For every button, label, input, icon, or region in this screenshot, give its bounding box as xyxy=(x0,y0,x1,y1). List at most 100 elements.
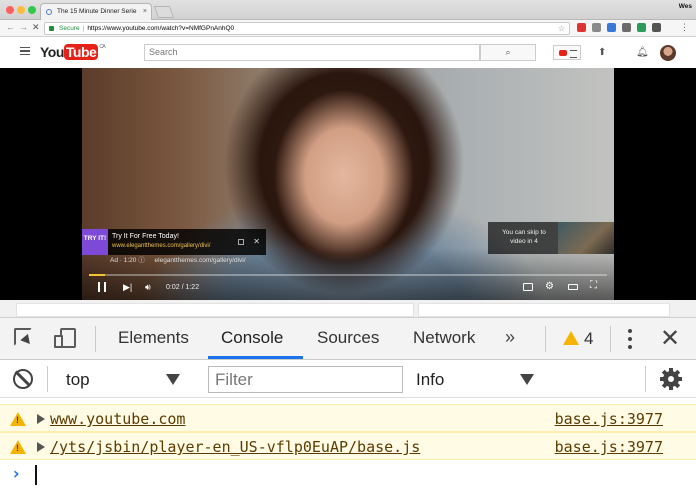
extension-gray-icon[interactable] xyxy=(622,23,631,32)
guide-menu-icon[interactable] xyxy=(20,47,30,55)
ad-overlay[interactable]: TRY IT! Try It For Free Today! www.elega… xyxy=(82,229,266,255)
divider xyxy=(545,326,546,352)
settings-gear-icon[interactable]: ⚙︎ xyxy=(545,281,554,292)
divider xyxy=(47,366,48,392)
extension-red-icon[interactable] xyxy=(577,23,586,32)
address-bar[interactable]: Secure | https://www.youtube.com/watch?v=N… xyxy=(44,22,570,35)
skip-ad-box[interactable]: You can skip to video in 4 xyxy=(488,222,614,254)
progress-bar[interactable] xyxy=(89,274,607,276)
url-text: https://www.youtube.com/watch?v=NMfGPnAn… xyxy=(87,25,235,32)
time-display: 0:02 / 1:22 xyxy=(166,284,200,291)
tab-elements[interactable]: Elements xyxy=(118,328,189,348)
console-warning-row[interactable]: www.youtube.com base.js:3977 xyxy=(0,404,696,432)
extension-dark-icon[interactable] xyxy=(652,23,661,32)
text-cursor xyxy=(35,465,37,485)
console-output: www.youtube.com base.js:3977 /yts/jsbin/… xyxy=(0,398,696,497)
expand-arrow-icon[interactable] xyxy=(37,414,45,424)
source-link[interactable]: base.js:3977 xyxy=(555,438,663,456)
forward-arrow-icon[interactable]: → xyxy=(19,22,28,32)
ad-label: Ad · 1:20 xyxy=(110,257,137,264)
ad-info-icon[interactable] xyxy=(238,239,244,245)
profile-name[interactable]: Wes xyxy=(679,3,692,10)
new-tab-button[interactable] xyxy=(153,6,175,18)
divider xyxy=(610,326,611,352)
extension-green-icon[interactable] xyxy=(637,23,646,32)
ad-info-line: Ad · 1:20 ⓘ elegantthemes.com/gallery/di… xyxy=(110,254,246,264)
theater-mode-icon[interactable] xyxy=(568,284,578,290)
warning-icon xyxy=(563,331,579,345)
ad-close-icon[interactable]: ✕ xyxy=(253,237,260,246)
inspect-element-icon[interactable] xyxy=(14,328,32,346)
back-arrow-icon[interactable]: ← xyxy=(6,22,15,32)
extension-blue-icon[interactable] xyxy=(607,23,616,32)
divider xyxy=(95,326,96,352)
clear-console-icon[interactable] xyxy=(13,369,33,389)
fullscreen-icon[interactable]: ⛶ xyxy=(590,280,597,291)
stop-loading-icon[interactable]: ✕ xyxy=(32,22,40,33)
close-devtools-icon[interactable]: ✕ xyxy=(660,324,680,353)
divider xyxy=(645,366,646,392)
more-tabs-icon[interactable]: » xyxy=(505,327,515,348)
tab-network[interactable]: Network xyxy=(413,328,475,348)
search-input[interactable]: Search xyxy=(144,44,480,61)
content-card xyxy=(16,303,414,317)
tab-console[interactable]: Console xyxy=(221,328,283,348)
lock-icon xyxy=(49,26,54,31)
info-icon[interactable]: ⓘ xyxy=(138,257,145,264)
page-content-stub xyxy=(0,300,696,317)
sidebar-card xyxy=(418,303,670,317)
expand-arrow-icon[interactable] xyxy=(37,442,45,452)
console-filter-input[interactable]: Filter xyxy=(208,366,403,393)
progress-fill xyxy=(89,274,105,276)
zoom-window-button[interactable] xyxy=(28,6,36,14)
device-toolbar-icon[interactable] xyxy=(54,328,76,348)
upload-icon[interactable]: ⬆ xyxy=(598,47,606,58)
ad-domain[interactable]: elegantthemes.com/gallery/divi/ xyxy=(155,257,246,264)
warning-message[interactable]: /yts/jsbin/player-en_US-vflp0EuAP/base.j… xyxy=(50,438,420,456)
ad-url[interactable]: www.elegantthemes.com/gallery/divi/ xyxy=(112,243,210,249)
pause-icon[interactable] xyxy=(98,282,106,292)
level-chevron-down-icon[interactable] xyxy=(520,374,534,385)
console-toolbar: top Filter Info xyxy=(0,360,696,398)
minimize-window-button[interactable] xyxy=(17,6,25,14)
volume-icon[interactable]: 🔊︎ xyxy=(145,282,151,293)
captions-icon[interactable] xyxy=(523,283,533,291)
warning-message[interactable]: www.youtube.com xyxy=(50,410,185,428)
chrome-menu-icon[interactable]: ⋮ xyxy=(680,22,689,33)
close-window-button[interactable] xyxy=(6,6,14,14)
notifications-bell-icon[interactable]: 🔔︎ xyxy=(636,47,649,58)
region-code: CA xyxy=(99,44,106,50)
console-settings-gear-icon[interactable] xyxy=(660,368,682,390)
search-button[interactable]: ⌕ xyxy=(480,44,536,61)
active-tab-indicator xyxy=(208,356,303,359)
secure-label: Secure xyxy=(59,25,80,32)
avatar[interactable] xyxy=(660,45,676,61)
ad-logo: TRY IT! xyxy=(82,229,108,255)
devtools-panel: Elements Console Sources Network » 4 ✕ t… xyxy=(0,317,696,496)
warning-icon xyxy=(10,412,26,426)
ad-title[interactable]: Try It For Free Today! xyxy=(112,233,179,240)
bookmark-star-icon[interactable]: ☆ xyxy=(558,23,565,34)
console-warning-row[interactable]: /yts/jsbin/player-en_US-vflp0EuAP/base.j… xyxy=(0,432,696,460)
browser-toolbar: ← → ✕ Secure | https://www.youtube.com/wat… xyxy=(0,20,696,37)
next-icon[interactable]: ▶| xyxy=(123,282,132,293)
extension-cast-icon[interactable] xyxy=(592,23,601,32)
source-link[interactable]: base.js:3977 xyxy=(555,410,663,428)
context-chevron-down-icon[interactable] xyxy=(166,374,180,385)
tab-sources[interactable]: Sources xyxy=(317,328,379,348)
video-player[interactable]: TRY IT! Try It For Free Today! www.elega… xyxy=(0,68,696,300)
warning-count: 4 xyxy=(584,329,594,348)
context-selector[interactable]: top xyxy=(66,370,90,390)
log-level-selector[interactable]: Info xyxy=(416,370,444,390)
warning-icon xyxy=(10,440,26,454)
youtube-header: You Tube CA Search ⌕ ⬆ 🔔︎ xyxy=(0,37,696,68)
youtube-apps-button[interactable] xyxy=(553,45,581,60)
devtools-menu-icon[interactable] xyxy=(628,329,632,349)
warning-count-badge[interactable]: 4 xyxy=(563,329,593,349)
close-tab-icon[interactable]: × xyxy=(143,4,147,20)
browser-tab-title: The 15 Minute Dinner Serie xyxy=(57,8,137,15)
youtube-logo[interactable]: You Tube CA xyxy=(40,44,106,60)
console-prompt[interactable]: › xyxy=(0,460,696,490)
browser-tab-strip: The 15 Minute Dinner Serie × Wes xyxy=(0,0,696,20)
browser-tab[interactable]: The 15 Minute Dinner Serie × xyxy=(40,3,152,20)
